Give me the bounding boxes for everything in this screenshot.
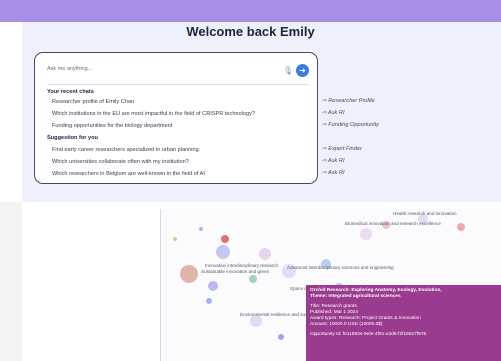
cluster-bubble[interactable] xyxy=(216,245,230,259)
cluster-bubble[interactable] xyxy=(208,281,218,291)
cluster-label: Innovative interdisciplinary research xyxy=(205,263,279,268)
side-strip xyxy=(0,202,22,361)
cluster-bubble[interactable] xyxy=(278,334,284,340)
suggestion-item[interactable]: Find early career researchers specialize… xyxy=(52,147,200,153)
hint-researcher-profile: ⇨ Researcher Profile xyxy=(322,98,375,104)
microphone-icon[interactable]: 🎙 xyxy=(283,66,293,76)
hint-ask-ri: ⇨ Ask RI xyxy=(322,158,345,164)
cluster-bubble[interactable] xyxy=(206,298,212,304)
suggestion-item[interactable]: Which researchers in Belgium are well-kn… xyxy=(52,171,205,177)
welcome-heading: Welcome back Emily xyxy=(186,24,315,39)
top-banner xyxy=(0,0,501,22)
hint-ask-ri: ⇨ Ask RI xyxy=(322,110,345,116)
grant-tooltip: Orchid Research: Exploring Anatomy, Ecol… xyxy=(306,285,501,361)
cluster-bubble[interactable] xyxy=(199,227,203,231)
hint-funding-opportunity: ⇨ Funding Opportunity xyxy=(322,122,379,128)
search-row[interactable]: Ask me anything... 🎙 ➜ xyxy=(47,64,309,78)
cluster-bubble[interactable] xyxy=(360,228,372,240)
cluster-label: Advanced interdisciplinary sciences and … xyxy=(287,265,394,270)
search-input[interactable]: Ask me anything... xyxy=(47,66,92,72)
recent-chats-title: Your recent chats xyxy=(47,89,94,95)
suggestions-title: Suggestion for you xyxy=(47,135,98,141)
suggestion-item[interactable]: Which universities collaborate often wit… xyxy=(52,159,189,165)
cluster-bubble[interactable] xyxy=(180,265,198,283)
cluster-label: Sustainable innovation and green xyxy=(201,269,270,274)
cluster-label: Biomedical innovation and research excel… xyxy=(345,221,441,226)
tooltip-opportunity: Opportunity Id: fe119834-9efe-4f81-a3d9-… xyxy=(310,332,427,337)
cluster-bubble[interactable] xyxy=(259,248,271,260)
topic-map[interactable]: Health research and innovation Biomedica… xyxy=(160,209,501,361)
cluster-label: Health research and innovation xyxy=(393,211,457,216)
chat-card: Ask me anything... 🎙 ➜ Your recent chats… xyxy=(34,52,318,184)
recent-chat-item[interactable]: Researcher profile of Emily Chan xyxy=(52,99,134,105)
cluster-bubble[interactable] xyxy=(457,223,465,231)
recent-chat-item[interactable]: Which institutions in the EU are most im… xyxy=(52,111,255,117)
recent-chat-item[interactable]: Funding opportunities for the biology de… xyxy=(52,123,172,129)
cluster-bubble[interactable] xyxy=(221,235,229,243)
send-button[interactable]: ➜ xyxy=(296,64,309,77)
cluster-bubble[interactable] xyxy=(249,275,257,283)
cluster-bubble[interactable] xyxy=(173,237,177,241)
hint-expert-finder: ⇨ Expert Finder xyxy=(322,146,362,152)
divider xyxy=(47,84,309,85)
hint-ask-ri: ⇨ Ask RI xyxy=(322,170,345,176)
